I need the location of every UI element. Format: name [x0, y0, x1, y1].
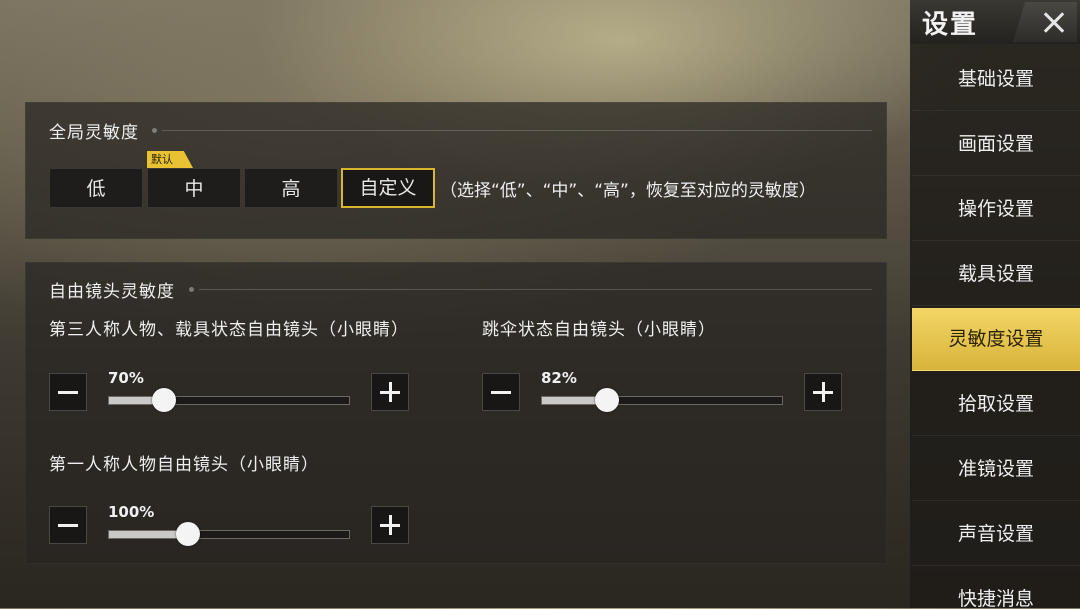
slider-handle[interactable] — [176, 522, 201, 546]
sidebar-item-pickup[interactable]: 拾取设置 — [912, 373, 1080, 436]
parachute-slider[interactable] — [541, 388, 783, 412]
section-divider — [199, 289, 872, 290]
first-person-minus-button[interactable] — [49, 506, 87, 544]
section-dot-icon — [189, 287, 194, 292]
first-person-value: 100% — [108, 503, 155, 521]
option-custom[interactable]: 自定义 — [341, 168, 435, 208]
global-sensitivity-title: 全局灵敏度 — [49, 123, 139, 143]
sidebar-title: 设置 — [922, 10, 979, 40]
sidebar-item-vehicle[interactable]: 载具设置 — [912, 243, 1080, 306]
slider-handle[interactable] — [152, 388, 177, 412]
sidebar-item-sensitivity[interactable]: 灵敏度设置 — [912, 308, 1080, 371]
section-dot-icon — [152, 128, 157, 133]
third-person-slider[interactable] — [108, 388, 350, 412]
slider-first-person-label: 第一人称人物自由镜头（小眼睛） — [49, 455, 319, 475]
third-person-plus-button[interactable] — [371, 373, 409, 411]
minus-icon — [58, 391, 78, 394]
option-hint: （选择“低”、“中”、“高”，恢复至对应的灵敏度） — [440, 181, 816, 201]
sidebar-item-controls[interactable]: 操作设置 — [912, 178, 1080, 241]
slider-third-person-label: 第三人称人物、载具状态自由镜头（小眼睛） — [49, 320, 409, 340]
free-camera-title: 自由镜头灵敏度 — [49, 282, 175, 302]
sidebar-item-scope[interactable]: 准镜设置 — [912, 438, 1080, 501]
sidebar-item-basic[interactable]: 基础设置 — [912, 48, 1080, 111]
parachute-plus-button[interactable] — [804, 373, 842, 411]
sidebar-item-sound[interactable]: 声音设置 — [912, 503, 1080, 566]
option-medium[interactable]: 中 — [147, 168, 241, 208]
minus-icon — [58, 524, 78, 527]
minus-icon — [491, 391, 511, 394]
third-person-minus-button[interactable] — [49, 373, 87, 411]
first-person-slider[interactable] — [108, 522, 350, 546]
sidebar-item-quick-message[interactable]: 快捷消息 — [912, 568, 1080, 609]
first-person-plus-button[interactable] — [371, 506, 409, 544]
slider-parachute-label: 跳伞状态自由镜头（小眼睛） — [482, 320, 716, 340]
third-person-value: 70% — [108, 369, 144, 387]
slider-handle[interactable] — [594, 388, 619, 412]
parachute-minus-button[interactable] — [482, 373, 520, 411]
sidebar-item-graphics[interactable]: 画面设置 — [912, 113, 1080, 176]
parachute-value: 82% — [541, 369, 577, 387]
option-low[interactable]: 低 — [49, 168, 143, 208]
option-high[interactable]: 高 — [244, 168, 338, 208]
section-divider — [162, 130, 872, 131]
